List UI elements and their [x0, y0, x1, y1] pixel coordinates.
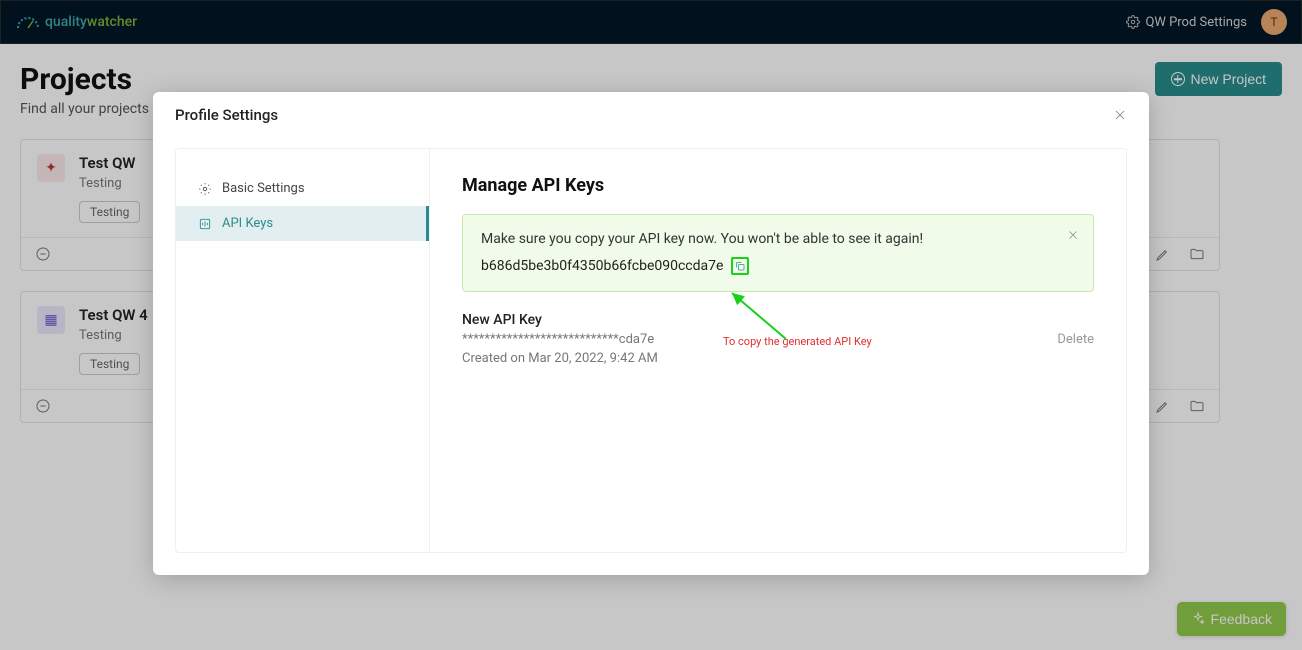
profile-settings-modal: Profile Settings Basic Settings API Keys… — [153, 92, 1149, 575]
api-key-name: New API Key — [462, 312, 658, 328]
settings-sidenav: Basic Settings API Keys — [176, 149, 430, 552]
delete-api-key-link[interactable]: Delete — [1057, 332, 1094, 347]
api-key-value: b686d5be3b0f4350b66fcbe090ccda7e — [481, 258, 723, 274]
alert-message: Make sure you copy your API key now. You… — [481, 231, 1075, 247]
nav-api-label: API Keys — [222, 216, 273, 231]
nav-basic-label: Basic Settings — [222, 181, 305, 196]
settings-container: Basic Settings API Keys Manage API Keys … — [175, 148, 1127, 553]
modal-header: Profile Settings — [153, 92, 1149, 138]
alert-close-icon[interactable] — [1067, 229, 1079, 241]
api-key-alert: Make sure you copy your API key now. You… — [462, 214, 1094, 292]
annotation-text: To copy the generated API Key — [723, 335, 872, 348]
content-heading: Manage API Keys — [462, 175, 1094, 196]
copy-api-key-button[interactable] — [731, 257, 749, 275]
api-icon — [198, 217, 212, 231]
nav-api-keys[interactable]: API Keys — [176, 206, 429, 241]
api-key-created: Created on Mar 20, 2022, 9:42 AM — [462, 351, 658, 366]
modal-overlay[interactable]: Profile Settings Basic Settings API Keys… — [0, 0, 1302, 650]
gear-icon — [198, 182, 212, 196]
modal-body: Basic Settings API Keys Manage API Keys … — [153, 138, 1149, 575]
nav-basic-settings[interactable]: Basic Settings — [176, 171, 429, 206]
alert-key-row: b686d5be3b0f4350b66fcbe090ccda7e — [481, 257, 1075, 275]
settings-content: Manage API Keys Make sure you copy your … — [430, 149, 1126, 552]
close-icon[interactable] — [1113, 108, 1127, 122]
api-key-masked: ****************************cda7e — [462, 332, 658, 347]
modal-title: Profile Settings — [175, 106, 278, 124]
copy-icon — [734, 260, 746, 272]
